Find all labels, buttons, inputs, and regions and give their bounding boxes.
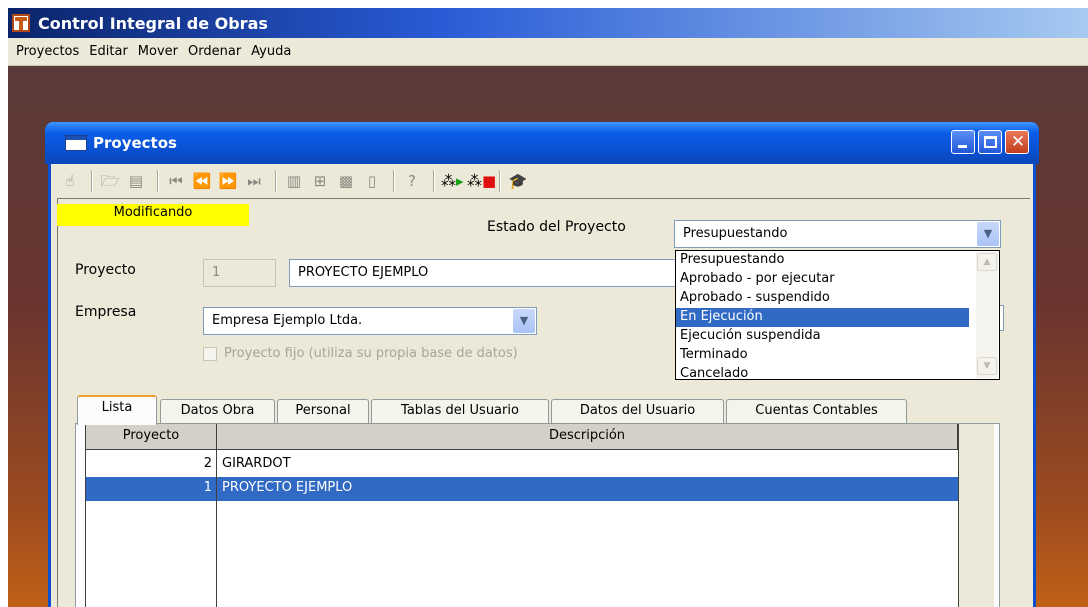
toolbar-separator — [157, 170, 159, 192]
estado-option[interactable]: Terminado — [676, 346, 969, 365]
chevron-down-icon[interactable]: ▼ — [513, 309, 535, 333]
proyecto-id-field[interactable]: 1 — [203, 259, 276, 287]
estado-select[interactable]: Presupuestando ▼ — [674, 220, 1001, 248]
column-header-proyecto[interactable]: Proyecto — [86, 424, 217, 450]
help-icon[interactable]: ? — [401, 170, 423, 192]
stop-red-icon[interactable]: ⁂■ — [467, 170, 496, 192]
row-id: 2 — [203, 456, 212, 471]
empresa-label: Empresa — [75, 304, 137, 320]
app-menubar: Proyectos Editar Mover Ordenar Ayuda — [8, 38, 1088, 66]
tab-datos-usuario[interactable]: Datos del Usuario — [551, 399, 724, 423]
chevron-down-icon[interactable]: ▼ — [977, 222, 999, 246]
menu-ayuda[interactable]: Ayuda — [251, 44, 291, 59]
maximize-icon — [984, 136, 997, 148]
estado-option[interactable]: Cancelado — [676, 365, 969, 384]
toolbar-separator — [393, 170, 395, 192]
estado-option[interactable]: Presupuestando — [676, 251, 969, 270]
empresa-select-value: Empresa Ejemplo Ltda. — [212, 313, 363, 328]
estado-dropdown-list: Presupuestando Aprobado - por ejecutar A… — [675, 250, 1000, 381]
estado-option[interactable]: Aprobado - suspendido — [676, 289, 969, 308]
form-icon[interactable]: ▤ — [125, 170, 147, 192]
maximize-button[interactable] — [978, 130, 1002, 154]
window-controls: ✕ — [951, 130, 1029, 154]
proyecto-name-field[interactable]: PROYECTO EJEMPLO — [289, 259, 679, 287]
close-icon: ✕ — [1010, 132, 1026, 152]
toolbar-separator — [499, 170, 501, 192]
menu-mover[interactable]: Mover — [138, 44, 178, 59]
scroll-up-icon[interactable]: ▲ — [977, 253, 997, 271]
new-record-icon[interactable]: ▥ — [283, 170, 305, 192]
column-divider — [216, 450, 217, 607]
estado-option-selected[interactable]: En Ejecución — [676, 308, 969, 327]
minimize-icon — [958, 145, 967, 148]
proyecto-fijo-checkbox[interactable] — [203, 346, 217, 361]
estado-label: Estado del Proyecto — [487, 219, 626, 235]
row-description: GIRARDOT — [222, 456, 291, 471]
menu-editar[interactable]: Editar — [89, 44, 128, 59]
app-logo-icon — [12, 14, 30, 32]
proyecto-fijo-row: Proyecto fijo (utiliza su propia base de… — [203, 346, 518, 361]
previous-record-icon[interactable]: ⏪ — [191, 170, 213, 192]
proyecto-label: Proyecto — [75, 262, 136, 278]
dropdown-scrollbar[interactable]: ▲ ▼ — [976, 252, 998, 378]
app-titlebar: Control Integral de Obras — [8, 8, 1088, 38]
grid-header: Proyecto Descripción — [86, 424, 958, 450]
empresa-select[interactable]: Empresa Ejemplo Ltda. ▼ — [203, 307, 537, 335]
close-button[interactable]: ✕ — [1005, 130, 1029, 154]
run-green-icon[interactable]: ⁂▸ — [441, 170, 464, 192]
tab-cuentas-contables[interactable]: Cuentas Contables — [726, 399, 907, 423]
tab-lista[interactable]: Lista — [77, 395, 157, 425]
menu-ordenar[interactable]: Ordenar — [188, 44, 241, 59]
pattern-icon[interactable]: ▩ — [335, 170, 357, 192]
projects-grid: Proyecto Descripción 2 GIRARDOT 1 PROYEC… — [85, 424, 994, 607]
tab-datos-obra[interactable]: Datos Obra — [160, 399, 275, 423]
estado-option[interactable]: Ejecución suspendida — [676, 327, 969, 346]
app-title: Control Integral de Obras — [38, 13, 268, 33]
minimize-button[interactable] — [951, 130, 975, 154]
last-record-icon[interactable]: ⏭ — [243, 170, 265, 192]
graduation-cap-icon[interactable]: 🎓 — [507, 170, 529, 192]
tree-icon[interactable]: ⊞ — [309, 170, 331, 192]
delete-icon[interactable]: ▯ — [361, 170, 383, 192]
first-record-icon[interactable]: ⏮ — [165, 170, 187, 192]
toolbar-separator — [275, 170, 277, 192]
hidden-field-edge — [1000, 305, 1004, 331]
grid-scrollbar[interactable] — [958, 424, 994, 607]
row-id: 1 — [203, 480, 212, 495]
hand-icon[interactable]: ☝ — [59, 170, 81, 192]
tab-tablas-usuario[interactable]: Tablas del Usuario — [371, 399, 549, 423]
next-record-icon[interactable]: ⏩ — [217, 170, 239, 192]
estado-option[interactable]: Aprobado - por ejecutar — [676, 270, 969, 289]
proyectos-titlebar[interactable]: Proyectos ✕ — [45, 122, 1039, 164]
open-folder-icon[interactable]: 🗁 — [99, 170, 121, 192]
menu-proyectos[interactable]: Proyectos — [16, 44, 79, 59]
proyecto-fijo-label: Proyecto fijo (utiliza su propia base de… — [224, 346, 518, 361]
tab-personal[interactable]: Personal — [277, 399, 369, 423]
estado-select-value: Presupuestando — [683, 226, 788, 241]
status-badge: Modificando — [57, 204, 249, 226]
window-title: Proyectos — [93, 134, 177, 152]
window-icon — [65, 135, 87, 151]
scroll-down-icon[interactable]: ▼ — [977, 357, 997, 375]
column-header-descripcion[interactable]: Descripción — [217, 424, 958, 450]
toolbar-separator — [433, 170, 435, 192]
record-toolbar: ☝ 🗁 ▤ ⏮ ⏪ ⏩ ⏭ ▥ ⊞ ▩ ▯ ? ⁂▸ ⁂■ 🎓 — [51, 164, 1033, 198]
toolbar-separator — [91, 170, 93, 192]
row-description: PROYECTO EJEMPLO — [222, 480, 353, 495]
